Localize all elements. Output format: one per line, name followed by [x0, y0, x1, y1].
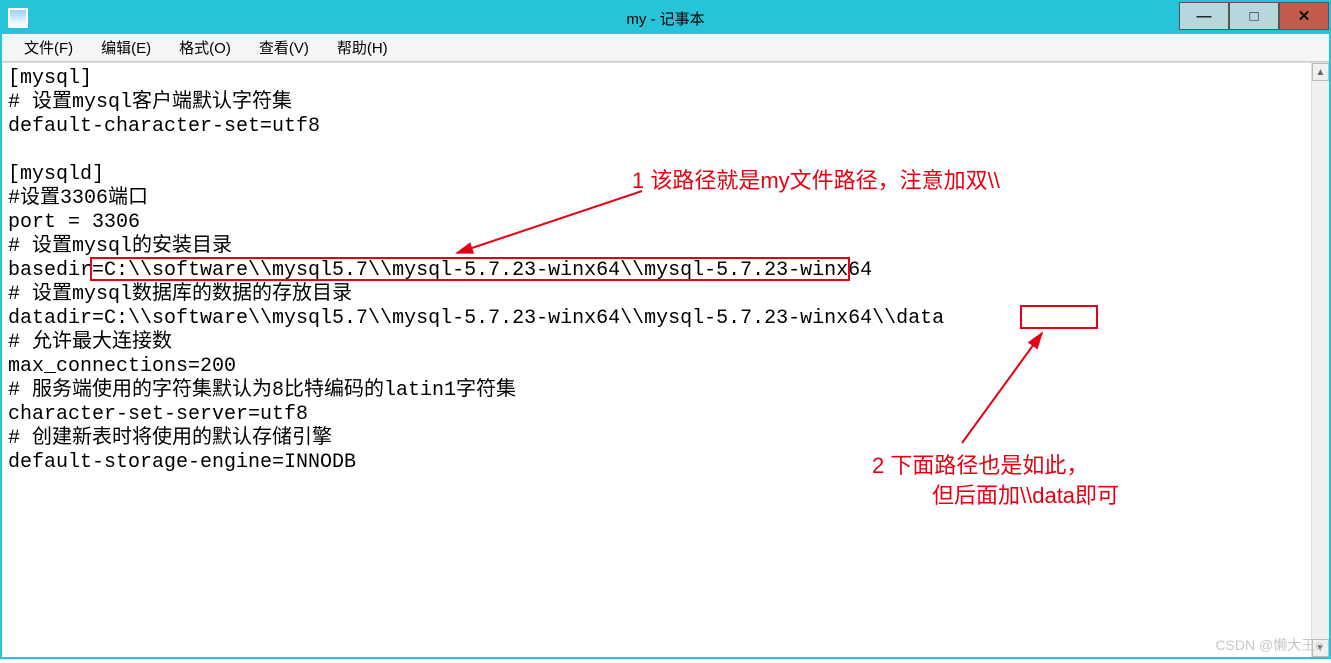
notepad-window: my - 记事本 — □ ✕ 文件(F) 编辑(E) 格式(O) 查看(V) 帮…	[0, 0, 1331, 659]
window-title: my - 记事本	[626, 8, 704, 29]
titlebar[interactable]: my - 记事本 — □ ✕	[2, 2, 1329, 34]
watermark-text: CSDN @懒大王o	[1215, 635, 1323, 655]
minimize-button[interactable]: —	[1179, 2, 1229, 30]
text-editor[interactable]: [mysql] # 设置mysql客户端默认字符集 default-charac…	[2, 63, 1311, 657]
menu-view[interactable]: 查看(V)	[245, 35, 323, 60]
scroll-up-icon[interactable]: ▲	[1312, 63, 1329, 81]
app-icon	[8, 8, 28, 28]
maximize-button[interactable]: □	[1229, 2, 1279, 30]
menu-edit[interactable]: 编辑(E)	[87, 35, 165, 60]
menubar: 文件(F) 编辑(E) 格式(O) 查看(V) 帮助(H)	[2, 34, 1329, 62]
close-button[interactable]: ✕	[1279, 2, 1329, 30]
menu-help[interactable]: 帮助(H)	[323, 35, 402, 60]
editor-area: [mysql] # 设置mysql客户端默认字符集 default-charac…	[2, 62, 1329, 657]
menu-format[interactable]: 格式(O)	[165, 35, 245, 60]
window-controls: — □ ✕	[1179, 2, 1329, 30]
vertical-scrollbar[interactable]: ▲ ▼	[1311, 63, 1329, 657]
menu-file[interactable]: 文件(F)	[10, 35, 87, 60]
